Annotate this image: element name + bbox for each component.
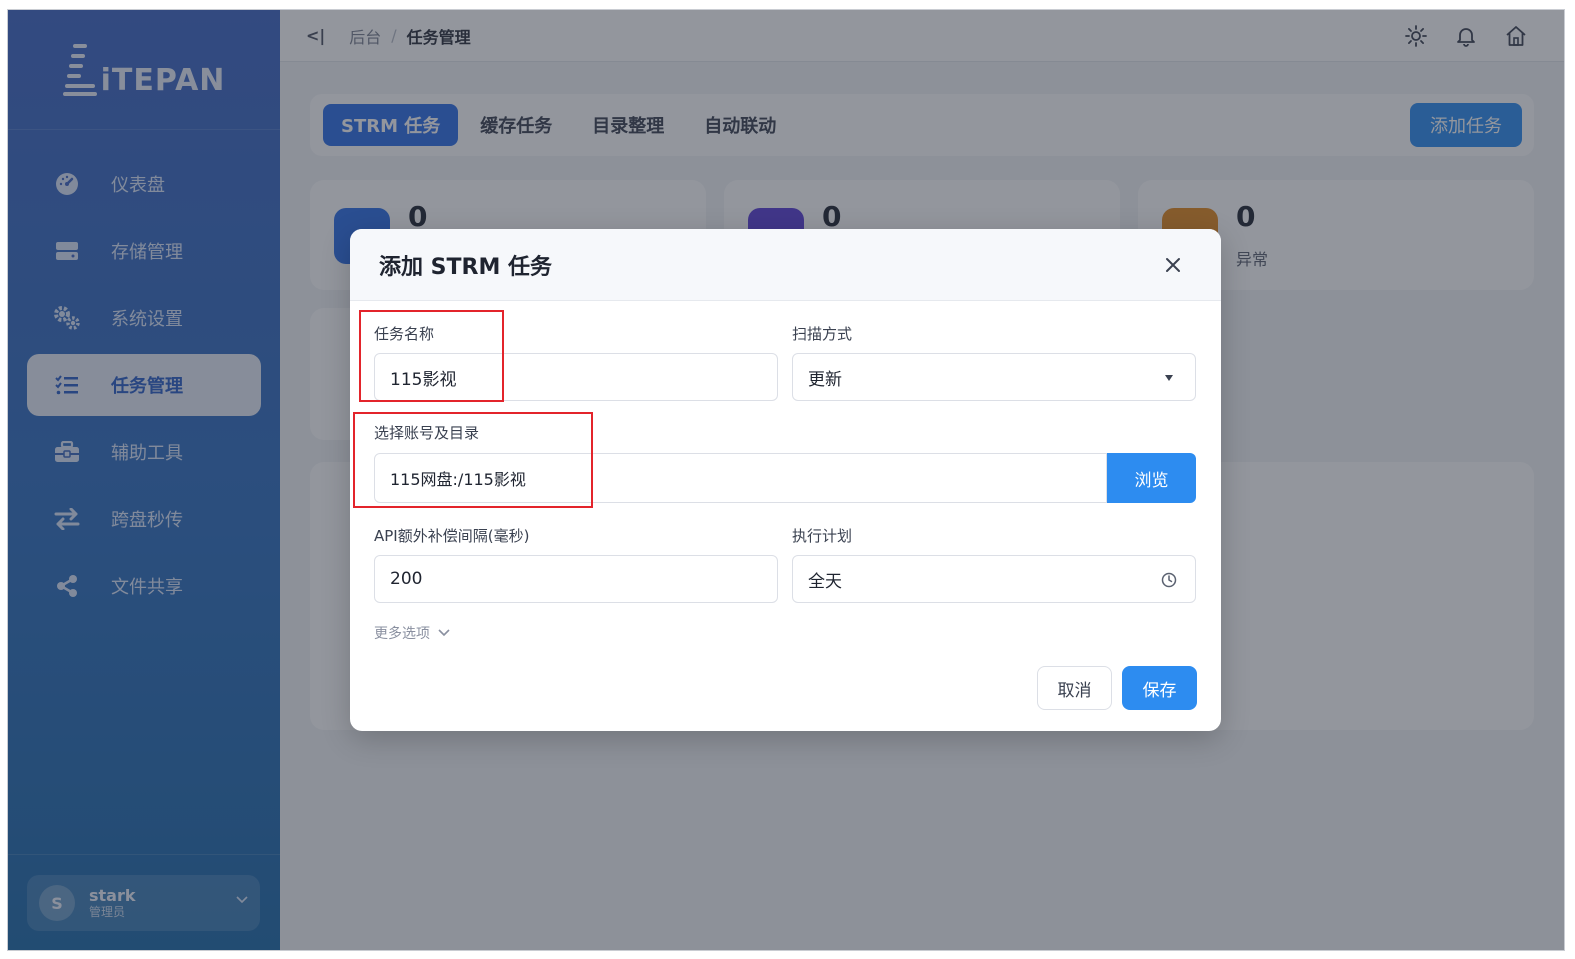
annotation-box-task-name <box>359 310 504 402</box>
api-interval-value: 200 <box>390 569 423 589</box>
cancel-button[interactable]: 取消 <box>1037 666 1112 710</box>
scan-mode-label: 扫描方式 <box>792 325 853 343</box>
api-interval-label: API额外补偿间隔(毫秒) <box>374 527 530 545</box>
scan-mode-select[interactable]: 更新 <box>792 353 1196 401</box>
more-options-toggle[interactable]: 更多选项 <box>374 623 450 643</box>
annotation-box-account-dir <box>353 412 593 508</box>
clock-icon <box>1159 570 1179 590</box>
caret-down-icon <box>1159 368 1179 388</box>
dialog-header: 添加 STRM 任务 <box>350 229 1221 301</box>
dialog-title: 添加 STRM 任务 <box>379 254 553 280</box>
schedule-label: 执行计划 <box>792 527 853 545</box>
more-options-label: 更多选项 <box>374 626 430 642</box>
scan-mode-value: 更新 <box>808 369 842 390</box>
api-interval-input[interactable]: 200 <box>374 555 778 603</box>
close-icon[interactable] <box>1161 253 1185 277</box>
chevron-down-icon <box>438 629 450 637</box>
schedule-picker[interactable]: 全天 <box>792 555 1196 603</box>
save-button[interactable]: 保存 <box>1122 666 1197 710</box>
schedule-value: 全天 <box>808 571 842 592</box>
app-window: iTEPAN 仪表盘 存储管理 系统设置 <box>7 9 1565 951</box>
browse-button[interactable]: 浏览 <box>1107 453 1196 503</box>
